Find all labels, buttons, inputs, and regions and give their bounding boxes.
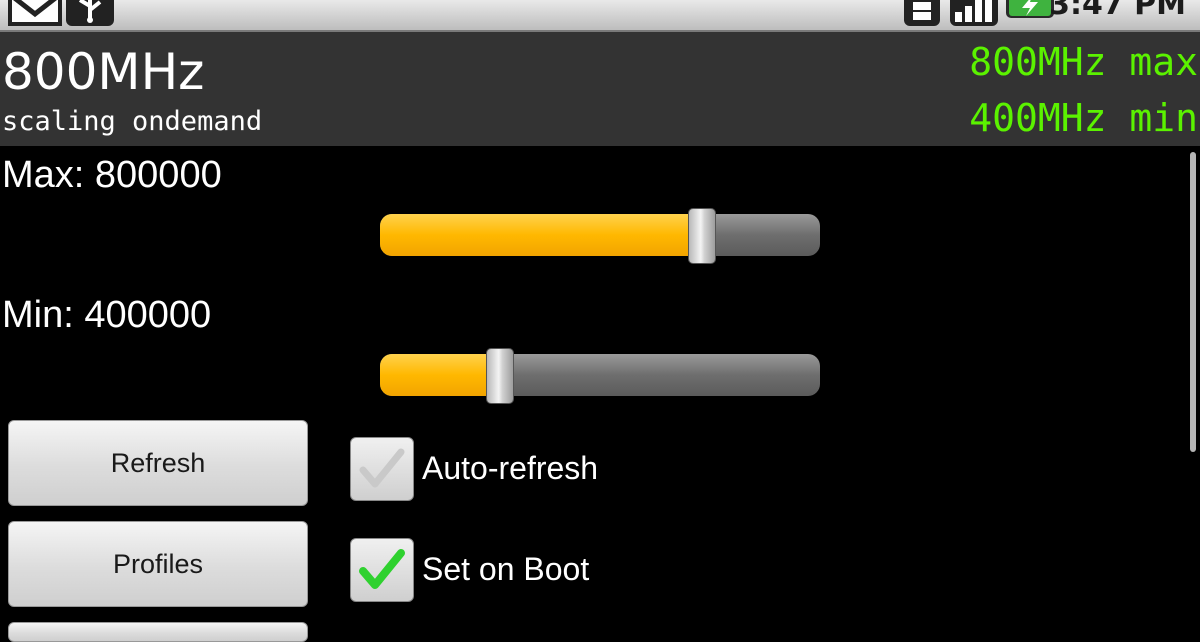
set-on-boot-checkbox[interactable]: [350, 538, 414, 602]
sim-icon: [904, 0, 940, 30]
max-slider[interactable]: [380, 208, 820, 264]
frequency-header: 800MHz scaling ondemand 800MHz max 400MH…: [0, 32, 1200, 146]
check-icon: [359, 448, 405, 488]
min-slider-fill: [380, 354, 499, 396]
auto-refresh-label: Auto-refresh: [422, 450, 599, 486]
check-icon: [359, 549, 405, 589]
min-slider[interactable]: [380, 348, 820, 404]
next-button-partial[interactable]: [8, 622, 308, 642]
min-slider-thumb[interactable]: [485, 348, 514, 404]
max-slider-fill: [380, 214, 702, 256]
gmail-icon: [8, 0, 62, 30]
auto-refresh-checkbox[interactable]: [350, 437, 414, 501]
status-bar: 3:47 PM: [0, 0, 1200, 32]
min-frequency-stat: 400MHz min: [969, 96, 1198, 140]
profiles-button[interactable]: Profiles: [8, 521, 308, 607]
max-slider-thumb[interactable]: [688, 208, 717, 264]
scrollbar[interactable]: [1190, 152, 1196, 452]
usb-icon: [66, 0, 114, 30]
current-frequency: 800MHz: [2, 43, 205, 101]
max-label: Max: 800000: [2, 154, 222, 196]
max-frequency-stat: 800MHz max: [969, 40, 1198, 84]
set-on-boot-label: Set on Boot: [422, 551, 590, 587]
status-clock: 3:47 PM: [1049, 0, 1186, 22]
refresh-button[interactable]: Refresh: [8, 420, 308, 506]
governor-label: scaling ondemand: [2, 106, 263, 137]
min-label: Min: 400000: [2, 294, 212, 336]
signal-icon: [950, 0, 998, 30]
battery-charging-icon: [1006, 0, 1054, 26]
